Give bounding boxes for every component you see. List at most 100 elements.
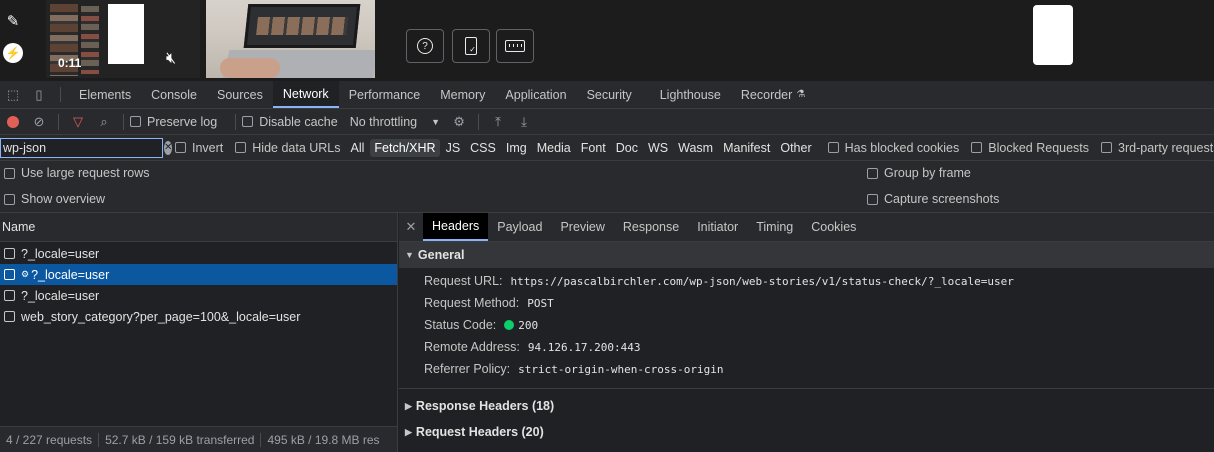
import-har-button[interactable]: ⤒ [485,109,511,135]
clear-filter-icon[interactable]: ✕ [164,140,173,155]
device-check-button[interactable]: ✓ [452,29,490,63]
request-row[interactable]: web_story_category?per_page=100&_locale=… [0,306,397,327]
type-filter-js[interactable]: JS [442,139,465,157]
tab-performance[interactable]: Performance [339,81,431,108]
close-icon[interactable]: ✕ [399,213,423,241]
search-button[interactable]: ⌕ [91,109,117,135]
general-section: Request URL: https://pascalbirchler.com/… [399,268,1214,380]
tab-lighthouse[interactable]: Lighthouse [650,81,731,108]
filter-toggle-button[interactable]: ▽ [65,109,91,135]
hide-data-urls-checkbox[interactable]: Hide data URLs [235,141,341,155]
show-overview-checkbox[interactable]: Show overview [4,192,105,206]
tab-sources[interactable]: Sources [207,81,273,108]
response-headers-section-header[interactable]: ▶ Response Headers (18) [399,393,1214,419]
request-row-selected[interactable]: ⚙ ?_locale=user [0,264,397,285]
filter-bar: ✕ Invert Hide data URLs All Fetch/XHR JS… [0,135,1214,161]
name-column-header[interactable]: Name [0,213,397,242]
blocked-requests-checkbox[interactable]: Blocked Requests [971,141,1089,155]
record-button[interactable] [0,109,26,135]
inspect-element-icon[interactable]: ⬚ [0,81,26,108]
type-filter-manifest[interactable]: Manifest [719,139,774,157]
triangle-right-icon: ▶ [405,426,412,437]
tab-security[interactable]: Security [577,81,642,108]
request-row[interactable]: ?_locale=user [0,285,397,306]
type-filter-wasm[interactable]: Wasm [674,139,717,157]
download-icon: ⤓ [521,113,527,129]
type-filter-fetch-xhr[interactable]: Fetch/XHR [370,138,440,157]
tab-recorder[interactable]: Recorder ⚗ [731,81,815,108]
type-filter-all[interactable]: All [347,139,369,157]
third-party-requests-check[interactable] [1101,142,1113,153]
pencil-icon[interactable]: ✎ [0,8,26,34]
tab-payload[interactable]: Payload [488,213,551,241]
group-by-frame-check[interactable] [867,167,878,179]
tab-response[interactable]: Response [614,213,688,241]
clear-button[interactable]: ⊘ [26,109,52,135]
network-toolbar: ⊘ ▽ ⌕ Preserve log Disable cache No thro… [0,109,1214,135]
tab-application[interactable]: Application [495,81,576,108]
throttling-select[interactable]: No throttling ▼ [350,115,440,129]
group-by-frame-checkbox[interactable]: Group by frame [867,166,971,180]
request-row[interactable]: ?_locale=user [0,243,397,264]
tab-headers[interactable]: Headers [423,213,489,241]
devtools-tab-bar: ⬚ ▯ Elements Console Sources Network Per… [0,81,1214,109]
type-filter-font[interactable]: Font [577,139,610,157]
request-method-value: POST [527,296,554,310]
tab-preview[interactable]: Preview [551,213,613,241]
request-checkbox[interactable] [4,311,15,322]
request-name: ?_locale=user [21,246,100,261]
type-filter-ws[interactable]: WS [644,139,672,157]
device-check-icon: ✓ [465,37,477,55]
invert-checkbox[interactable]: Invert [175,141,223,155]
type-filter-doc[interactable]: Doc [612,139,642,157]
tab-cookies[interactable]: Cookies [802,213,865,241]
preserve-log-check[interactable] [130,116,141,127]
request-headers-section-header[interactable]: ▶ Request Headers (20) [399,419,1214,445]
request-checkbox[interactable] [4,269,15,280]
filter-input[interactable] [3,140,164,155]
tab-timing[interactable]: Timing [747,213,802,241]
tab-memory[interactable]: Memory [430,81,495,108]
triangle-right-icon: ▶ [405,400,412,411]
tab-elements[interactable]: Elements [69,81,141,108]
disable-cache-checkbox[interactable]: Disable cache [242,115,338,129]
general-section-header[interactable]: ▼ General [399,242,1214,268]
invert-check[interactable] [175,142,186,153]
type-filter-media[interactable]: Media [533,139,575,157]
laptop-photo-thumbnail[interactable] [206,0,375,78]
has-blocked-cookies-check[interactable] [827,142,839,153]
capture-screenshots-checkbox[interactable]: Capture screenshots [867,192,999,206]
status-ok-icon [504,320,515,330]
keyboard-button[interactable] [496,29,534,63]
tab-initiator[interactable]: Initiator [688,213,747,241]
lightning-icon[interactable]: ⚡ [0,40,26,66]
request-checkbox[interactable] [4,290,15,301]
blocked-requests-check[interactable] [971,142,983,153]
network-conditions-button[interactable]: ⚙︎ [446,109,472,135]
capture-screenshots-check[interactable] [867,193,878,205]
type-filter-other[interactable]: Other [776,139,815,157]
device-toolbar-icon[interactable]: ▯ [26,81,52,108]
preserve-log-checkbox[interactable]: Preserve log [130,115,217,129]
type-filter-img[interactable]: Img [502,139,531,157]
hide-data-urls-check[interactable] [235,142,247,153]
request-name: ?_locale=user [31,267,110,282]
third-party-requests-checkbox[interactable]: 3rd-party requests [1101,141,1214,155]
large-rows-check[interactable] [4,167,15,179]
disable-cache-check[interactable] [242,116,254,127]
video-thumbnail[interactable]: 0:11 🔇︎ [46,0,200,78]
export-har-button[interactable]: ⤓ [511,109,537,135]
help-button[interactable]: ? [406,29,444,63]
request-checkbox[interactable] [4,248,15,259]
large-rows-checkbox[interactable]: Use large request rows [4,166,150,180]
type-filter-css[interactable]: CSS [466,139,500,157]
has-blocked-cookies-checkbox[interactable]: Has blocked cookies [827,141,959,155]
show-overview-check[interactable] [4,193,15,205]
tab-network[interactable]: Network [272,81,339,108]
throttling-value: No throttling [349,114,418,129]
request-list: Name ?_locale=user ⚙ ?_locale=user ?_loc… [0,213,398,426]
status-code-value: 200 [518,318,539,332]
wifi-settings-icon: ⚙︎ [453,113,465,129]
mute-icon[interactable]: 🔇︎ [166,50,176,68]
tab-console[interactable]: Console [141,81,207,108]
